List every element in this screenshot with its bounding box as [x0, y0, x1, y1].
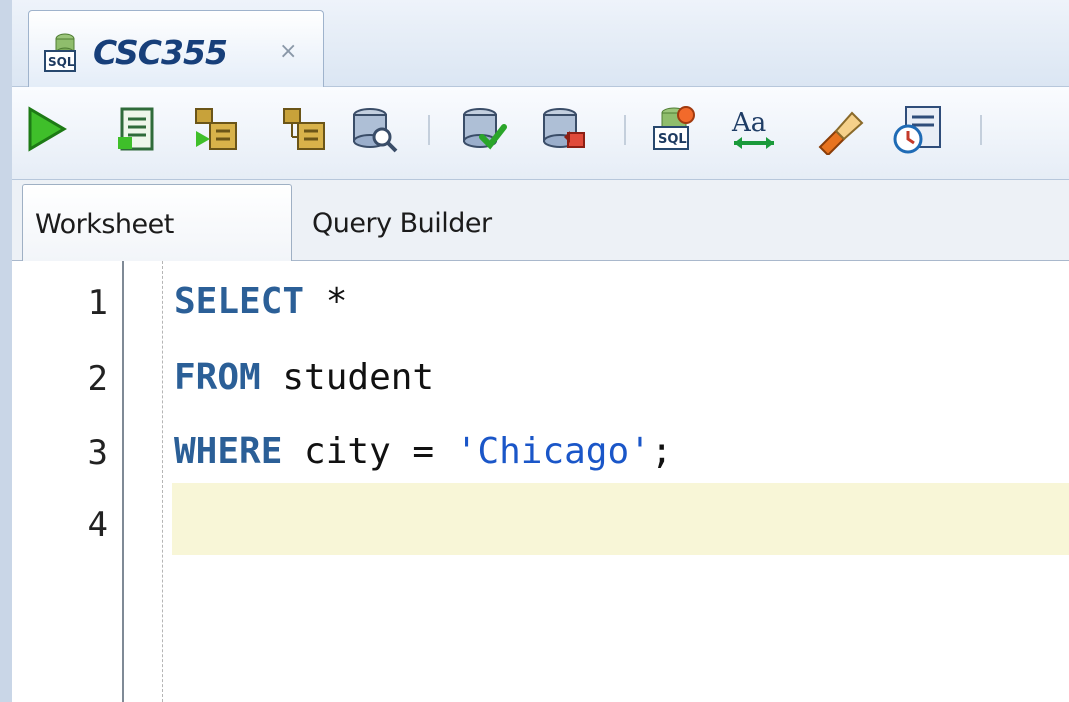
code-line: WHERE city = 'Chicago'; [174, 431, 673, 472]
code-text: student [260, 357, 435, 398]
code-text: * [304, 281, 348, 322]
tuning-icon [353, 108, 398, 153]
run-statement-button[interactable] [20, 103, 72, 155]
window-left-border [0, 0, 12, 702]
sql-keyword: SELECT [174, 281, 305, 322]
worksheet-view-tabs: Worksheet Query Builder [12, 180, 1069, 261]
toolbar-separator [624, 115, 626, 145]
worksheet-tab[interactable]: SQL CSC355 × [28, 10, 324, 87]
commit-icon [463, 108, 507, 150]
code-text: city = [282, 431, 456, 472]
sql-keyword: WHERE [174, 431, 283, 472]
worksheet-toolbar: SQL Aa [12, 87, 1069, 180]
sql-tuning-button[interactable] [348, 103, 400, 155]
toolbar-separator [428, 115, 430, 145]
line-number: 2 [87, 359, 108, 399]
line-number: 4 [87, 505, 108, 545]
autotrace-icon [195, 108, 237, 150]
tab-query-builder[interactable]: Query Builder [312, 208, 492, 239]
code-line: SELECT * [174, 281, 347, 322]
fold-guide [162, 261, 163, 702]
history-icon [893, 106, 941, 154]
svg-text:SQL: SQL [48, 55, 75, 69]
unshared-sql-button[interactable]: SQL [650, 103, 702, 155]
rollback-button[interactable] [538, 103, 590, 155]
code-line: FROM student [174, 357, 434, 398]
sql-worksheet-icon: SQL [43, 29, 89, 75]
sql-editor[interactable]: 1 2 3 4 SELECT * FROM student WHERE city… [12, 261, 1069, 702]
current-line-highlight [172, 483, 1069, 555]
line-number: 1 [87, 283, 108, 323]
tab-worksheet[interactable]: Worksheet [22, 184, 292, 261]
explain-plan-icon [283, 108, 325, 150]
line-number: 3 [87, 433, 108, 473]
tab-title: CSC355 [93, 33, 228, 72]
clear-button[interactable] [814, 103, 866, 155]
close-tab-icon[interactable]: × [279, 39, 297, 64]
run-script-button[interactable] [112, 103, 164, 155]
toolbar-separator [980, 115, 982, 145]
sql-string-literal: 'Chicago' [455, 431, 651, 472]
line-number-gutter: 1 2 3 4 [12, 261, 124, 702]
play-icon [28, 106, 67, 152]
text-case-icon: Aa [731, 108, 774, 149]
to-upper-lower-button[interactable]: Aa [728, 103, 780, 155]
commit-button[interactable] [458, 103, 510, 155]
svg-text:Aa: Aa [731, 108, 766, 138]
svg-text:SQL: SQL [658, 132, 687, 147]
sql-history-button[interactable] [892, 103, 944, 155]
script-icon [118, 107, 154, 151]
unshared-sql-icon: SQL [653, 106, 695, 150]
code-text: ; [650, 431, 673, 472]
autotrace-button[interactable] [190, 103, 242, 155]
explain-plan-button[interactable] [278, 103, 330, 155]
tab-worksheet-label: Worksheet [35, 209, 174, 240]
rollback-icon [543, 108, 585, 148]
sql-keyword: FROM [174, 357, 261, 398]
eraser-icon [818, 111, 864, 155]
editor-tab-strip: SQL CSC355 × [12, 0, 1069, 87]
